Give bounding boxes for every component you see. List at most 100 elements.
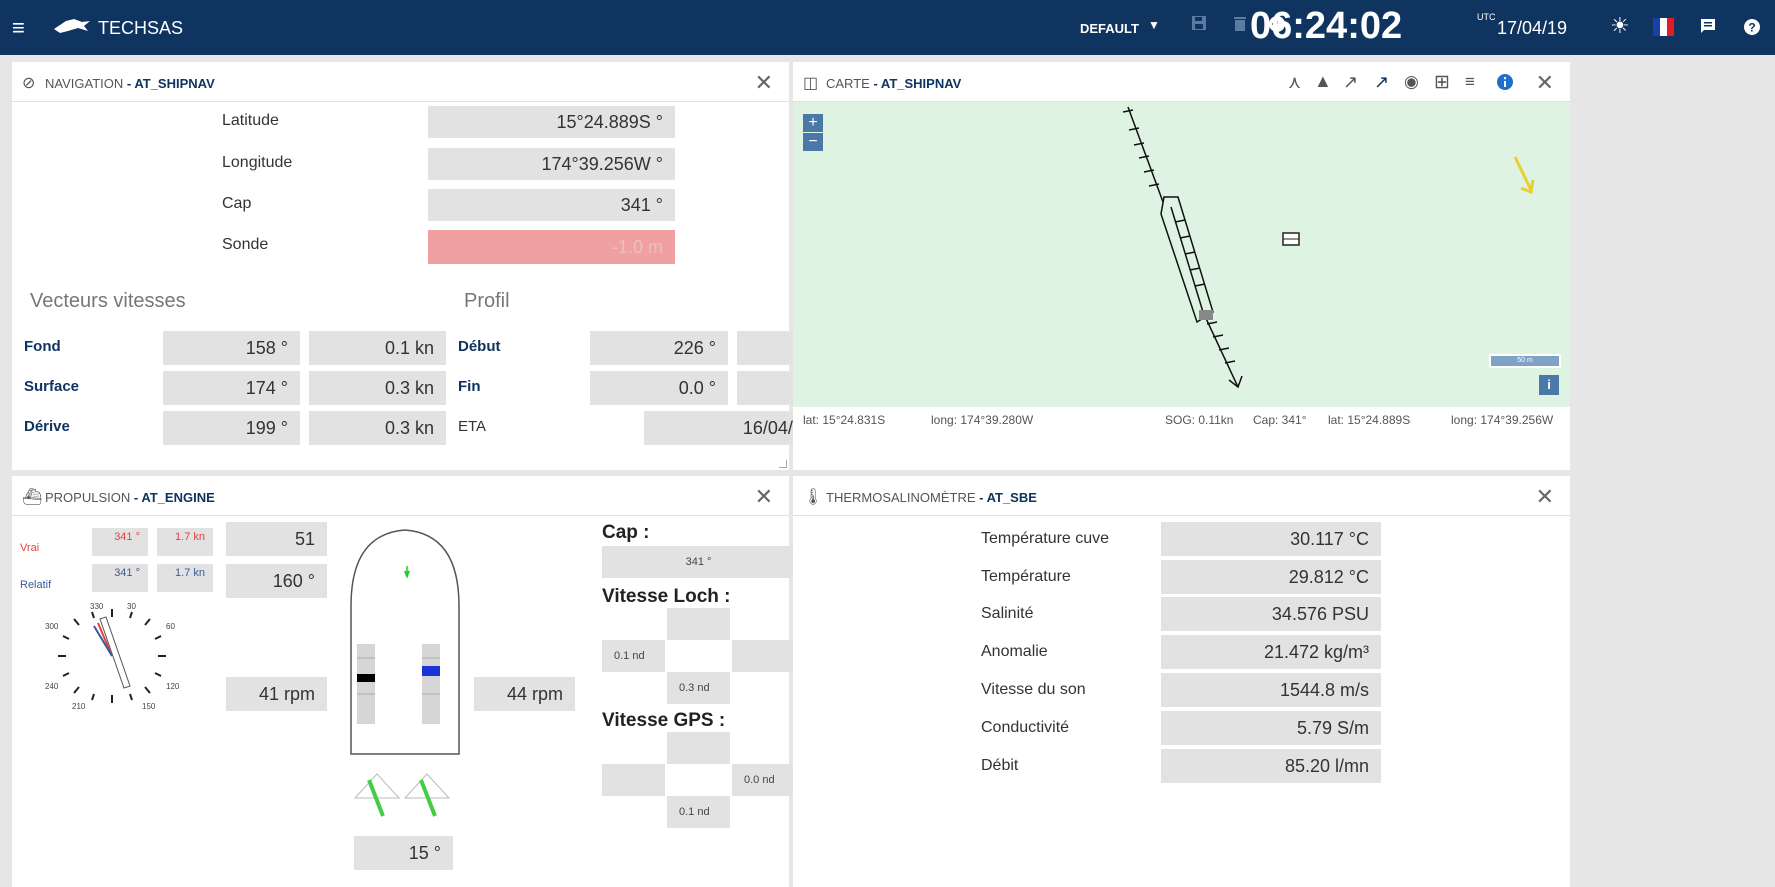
chevron-down-icon[interactable]: ▼ bbox=[1148, 18, 1160, 32]
compass-icon: ⊘ bbox=[22, 75, 36, 92]
dolphin-logo-icon bbox=[54, 19, 90, 33]
navigation-header: ⊘ NAVIGATION - AT_SHIPNAV ✕ bbox=[12, 62, 789, 102]
ship-longitude: long: 174°39.256W bbox=[1451, 413, 1554, 427]
french-flag-icon[interactable] bbox=[1653, 18, 1674, 36]
salinite-label: Salinité bbox=[981, 605, 1034, 622]
compass-tool-icon[interactable]: ⋏ bbox=[1288, 72, 1301, 93]
track-active-icon[interactable]: ↗ bbox=[1374, 72, 1389, 93]
navigation-title: NAVIGATION - AT_SHIPNAV bbox=[45, 76, 215, 91]
map-status-bar: lat: 15°24.831S long: 174°39.280W SOG: 0… bbox=[793, 407, 1570, 431]
conductivite-value: 5.79 S/m bbox=[1161, 711, 1381, 745]
save-icon[interactable] bbox=[1191, 15, 1207, 31]
compass-label-150: 150 bbox=[142, 702, 156, 711]
thermo-title: THERMOSALINOMÈTRE - AT_SBE bbox=[826, 490, 1037, 505]
close-icon[interactable]: ✕ bbox=[755, 484, 773, 510]
temperature-cuve-label: Température cuve bbox=[981, 530, 1110, 547]
fond-speed: 0.1 kn bbox=[309, 331, 446, 365]
fond-label: Fond bbox=[24, 338, 61, 355]
compass-label-330: 330 bbox=[90, 602, 104, 611]
carte-header: ◫ CARTE - AT_SHIPNAV ⋏ ▲ ↗ ↗ ◉ ⊞ ≡ ✕ bbox=[793, 62, 1570, 102]
brightness-icon[interactable]: ☀ bbox=[1610, 13, 1630, 39]
grid-icon[interactable]: ⊞ bbox=[1434, 71, 1450, 94]
thermo-header: 🌡 THERMOSALINOMÈTRE - AT_SBE ✕ bbox=[793, 476, 1570, 516]
trash-icon[interactable] bbox=[1233, 15, 1247, 31]
sog-readout: SOG: 0.11kn bbox=[1165, 413, 1234, 427]
relatif-speed: 1.7 kn bbox=[157, 564, 213, 592]
navigation-arrow-icon[interactable]: ▲ bbox=[1314, 71, 1332, 92]
conductivite-label: Conductivité bbox=[981, 719, 1070, 736]
rudder-angle: 15 ° bbox=[354, 836, 453, 870]
derive-speed: 0.3 kn bbox=[309, 411, 446, 445]
map-scale-bar: 50 m bbox=[1489, 354, 1561, 368]
gps-right: 0.0 nd bbox=[732, 764, 795, 796]
navigation-panel: ⊘ NAVIGATION - AT_SHIPNAV ✕ Latitude 15°… bbox=[12, 62, 875, 470]
cap-label: Cap bbox=[222, 195, 252, 212]
rpm-right: 44 rpm bbox=[474, 677, 575, 711]
vitesse-loch-heading: Vitesse Loch : bbox=[602, 586, 731, 607]
derive-label: Dérive bbox=[24, 418, 70, 435]
surface-speed: 0.3 kn bbox=[309, 371, 446, 405]
eta-label: ETA bbox=[458, 418, 487, 435]
surface-label: Surface bbox=[24, 378, 80, 395]
thermosalinometre-panel: 🌡 THERMOSALINOMÈTRE - AT_SBE ✕ Températu… bbox=[793, 476, 1570, 887]
track-line-icon[interactable]: ↗ bbox=[1343, 72, 1358, 93]
relatif-direction: 341 ° bbox=[92, 564, 148, 592]
sonde-value-alarm: -1.0 m bbox=[428, 230, 675, 264]
propulsion-header: ⛴ PROPULSION - AT_ENGINE ✕ bbox=[12, 476, 789, 516]
compass-label-120: 120 bbox=[166, 682, 180, 691]
loch-top-cell bbox=[667, 608, 730, 640]
vrai-speed: 1.7 kn bbox=[157, 528, 213, 556]
vessel-diagram bbox=[350, 529, 460, 755]
ship-latitude: lat: 15°24.889S bbox=[1328, 413, 1411, 427]
temperature-label: Température bbox=[981, 568, 1071, 585]
gps-top-cell bbox=[667, 732, 730, 764]
longitude-label: Longitude bbox=[222, 154, 293, 171]
center-focus-icon[interactable]: ◉ bbox=[1404, 72, 1419, 92]
hamburger-icon[interactable]: ≡ bbox=[12, 17, 25, 39]
svg-text:?: ? bbox=[1748, 21, 1755, 35]
vitesse-du-son-label: Vitesse du son bbox=[981, 681, 1086, 698]
anomalie-value: 21.472 kg/m³ bbox=[1161, 635, 1381, 669]
propulsion-panel: ⛴ PROPULSION - AT_ENGINE ✕ Vrai 341 ° 1.… bbox=[12, 476, 795, 887]
vrai-label: Vrai bbox=[20, 542, 40, 554]
utc-clock: 06:24:02 bbox=[1250, 5, 1403, 47]
ship-track-layer bbox=[1122, 106, 1535, 389]
utc-label: UTC bbox=[1477, 12, 1496, 22]
top-bar: ≡ TECHSAS DEFAULT ▼ 06:24:02 UTC 17/04/1… bbox=[0, 0, 1775, 55]
close-icon[interactable]: ✕ bbox=[755, 70, 773, 96]
cap-readout: Cap: 341° bbox=[1253, 413, 1307, 427]
message-icon[interactable] bbox=[1700, 18, 1716, 34]
vecteurs-vitesses-heading: Vecteurs vitesses bbox=[30, 290, 186, 312]
info-icon[interactable] bbox=[1496, 73, 1514, 91]
salinite-value: 34.576 PSU bbox=[1161, 597, 1381, 631]
cursor-longitude: long: 174°39.280W bbox=[931, 413, 1034, 427]
relatif-label: Relatif bbox=[20, 579, 52, 591]
close-icon[interactable]: ✕ bbox=[1536, 484, 1554, 510]
engine-value-51: 51 bbox=[226, 522, 327, 556]
map-info-button[interactable]: i bbox=[1539, 375, 1559, 395]
resize-handle[interactable] bbox=[779, 460, 787, 468]
map-canvas[interactable]: + − 50 m i bbox=[793, 102, 1570, 407]
app-brand: TECHSAS bbox=[98, 18, 184, 38]
list-icon[interactable]: ≡ bbox=[1465, 72, 1475, 92]
utc-date: 17/04/19 bbox=[1497, 18, 1568, 38]
compass-label-210: 210 bbox=[72, 702, 86, 711]
debit-value: 85.20 l/mn bbox=[1161, 749, 1381, 783]
temperature-value: 29.812 °C bbox=[1161, 560, 1381, 594]
close-icon[interactable]: ✕ bbox=[1536, 70, 1554, 96]
rpm-left: 41 rpm bbox=[226, 677, 327, 711]
compass-label-300: 300 bbox=[45, 622, 59, 631]
compass-label-30: 30 bbox=[127, 602, 136, 611]
carte-panel: ◫ CARTE - AT_SHIPNAV ⋏ ▲ ↗ ↗ ◉ ⊞ ≡ ✕ + − bbox=[793, 62, 1570, 470]
surface-direction: 174 ° bbox=[163, 371, 300, 405]
map-icon: ◫ bbox=[803, 75, 819, 92]
thermometer-icon: 🌡 bbox=[803, 489, 824, 506]
loch-bottom: 0.3 nd bbox=[667, 672, 730, 704]
preset-dropdown[interactable]: DEFAULT bbox=[1080, 21, 1139, 36]
anomalie-label: Anomalie bbox=[981, 643, 1048, 660]
cap-prop-value: 341 ° bbox=[602, 546, 795, 578]
help-icon[interactable]: ? bbox=[1743, 18, 1761, 36]
vitesse-du-son-value: 1544.8 m/s bbox=[1161, 673, 1381, 707]
wind-compass-dial: 330 30 300 60 240 120 210 150 bbox=[45, 602, 180, 711]
cap-value: 341 ° bbox=[428, 189, 675, 221]
